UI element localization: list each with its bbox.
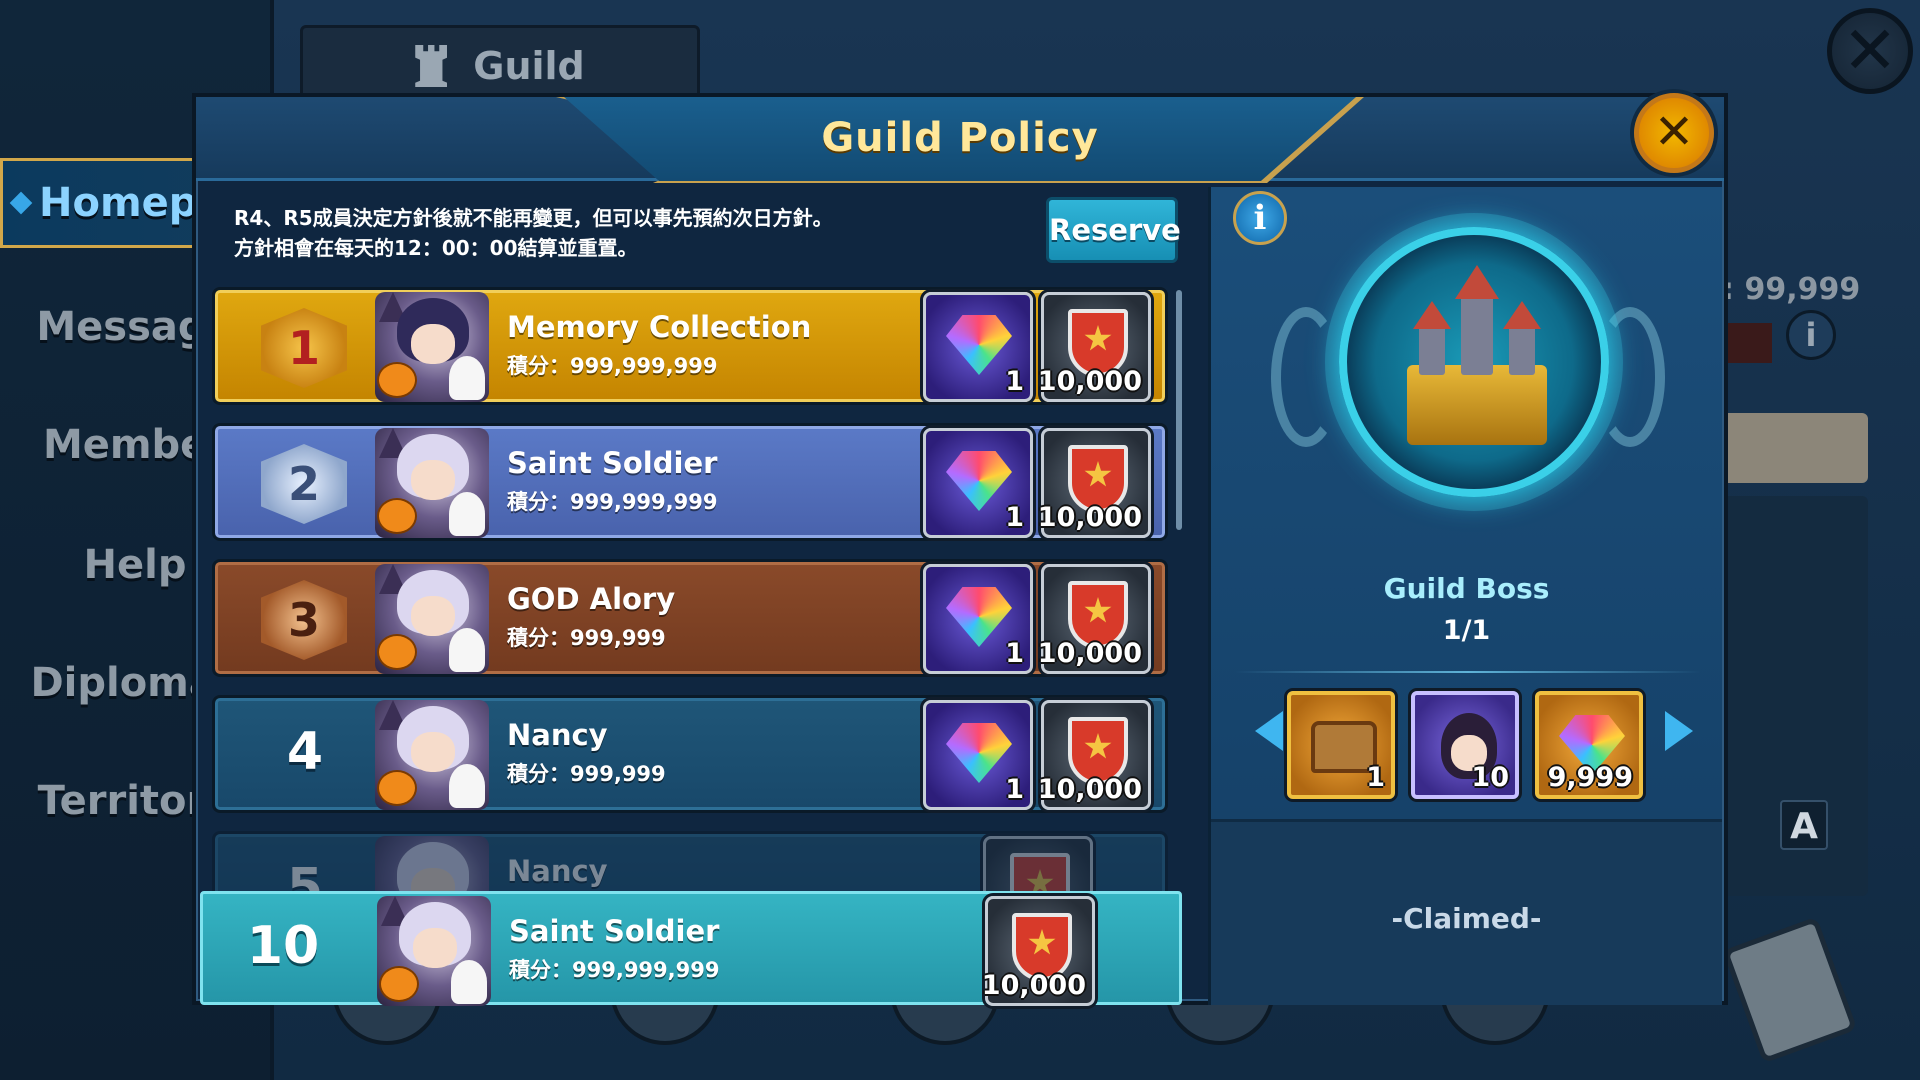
sidebar-item-label: Help (83, 542, 187, 588)
modal-close-button[interactable]: ✕ (1634, 93, 1714, 173)
reward-quantity: 10,000 (1037, 638, 1142, 669)
reward-quantity: 1 (1005, 366, 1024, 397)
laurel-left-icon (1271, 307, 1341, 447)
gem-reward[interactable]: 1 (923, 700, 1033, 810)
pumpkin-icon (377, 770, 417, 806)
boss-label: Guild Boss (1383, 572, 1550, 605)
guild-name: Saint Soldier (509, 914, 720, 948)
ghost-icon (449, 492, 485, 536)
ghost-icon (449, 356, 485, 400)
reward-panel: i Guild Boss 1/1 1 10 9,999 -Claimed- (1208, 187, 1722, 1005)
ghost-icon (449, 628, 485, 672)
rainbow-gem-icon (946, 587, 1012, 647)
pumpkin-icon (377, 498, 417, 534)
boss-progress: 1/1 (1442, 615, 1491, 646)
ranking-row[interactable]: 1 Memory Collection 積分：999,999,999 1 10,… (212, 287, 1168, 405)
my-rank-number: 10 (246, 916, 320, 976)
shield-reward[interactable]: 10,000 (981, 896, 1095, 1006)
guild-score: 積分：999,999,999 (507, 490, 718, 514)
gem-reward[interactable]: 1 (923, 428, 1033, 538)
diamond-icon (9, 191, 33, 215)
pumpkin-icon (377, 362, 417, 398)
shield-reward[interactable]: 10,000 (1037, 428, 1151, 538)
info-icon[interactable]: i (1233, 191, 1287, 245)
castle-icon (1407, 265, 1547, 445)
reward-quantity: 10 (1471, 762, 1509, 793)
claim-status: -Claimed- (1391, 902, 1542, 935)
reward-quantity: 10,000 (1037, 774, 1142, 805)
translate-icon[interactable]: A (1780, 800, 1828, 850)
ranking-row[interactable]: 2 Saint Soldier 積分：999,999,999 1 10,000 (212, 423, 1168, 541)
ranking-row[interactable]: 4 Nancy 積分：999,999 1 10,000 (212, 695, 1168, 813)
hero-reward[interactable]: 10 (1411, 691, 1519, 799)
gem-reward[interactable]: 1 (923, 292, 1033, 402)
guild-name: Nancy (507, 718, 608, 752)
pumpkin-icon (379, 966, 419, 1002)
avatar (375, 292, 489, 402)
list-scrollbar[interactable] (1176, 290, 1182, 530)
guild-score: 積分：999,999,999 (509, 958, 720, 982)
reserve-button[interactable]: Reserve (1046, 197, 1181, 263)
arrow-right-icon[interactable] (1665, 711, 1693, 751)
gem-reward[interactable]: 1 (923, 564, 1033, 674)
guild-score: 積分：999,999,999 (507, 354, 718, 378)
guild-score: 積分：999,999 (507, 762, 666, 786)
ranking-row[interactable]: 3 GOD Alory 積分：999,999 1 10,000 (212, 559, 1168, 677)
guild-tab-label: Guild (473, 44, 585, 88)
policy-notice-line: R4、R5成員決定方針後就不能再變更，但可以事先預約次日方針。 (234, 206, 833, 230)
guild-boss-emblem (1339, 227, 1609, 497)
shield-reward[interactable]: 10,000 (1037, 700, 1151, 810)
guild-name: GOD Alory (507, 582, 676, 616)
modal-title: Guild Policy (821, 115, 1099, 161)
my-guild-row[interactable]: 10 Saint Soldier 積分：999,999,999 10,000 (200, 891, 1182, 1006)
reward-quantity: 10,000 (1037, 502, 1142, 533)
pumpkin-icon (377, 634, 417, 670)
guild-policy-modal: Guild Policy ✕ R4、R5成員決定方針後就不能再變更，但可以事先預… (192, 93, 1728, 1006)
policy-notice-line: 方針相會在每天的12：00：00結算並重置。 (234, 236, 638, 260)
reward-quantity: 1 (1005, 638, 1024, 669)
background-resource-value: : 99,999 (1722, 272, 1861, 307)
reward-quantity: 9,999 (1547, 762, 1633, 793)
rank-1-badge-icon: 1 (261, 308, 347, 388)
arrow-left-icon[interactable] (1255, 711, 1283, 751)
reward-quantity: 1 (1005, 774, 1024, 805)
avatar (375, 428, 489, 538)
rank-2-badge-icon: 2 (261, 444, 347, 524)
guild-score: 積分：999,999 (507, 626, 666, 650)
avatar (377, 896, 491, 1006)
divider (1235, 671, 1701, 673)
background-close-button[interactable]: ✕ (1827, 8, 1913, 94)
rainbow-gem-icon (946, 723, 1012, 783)
background-info-icon[interactable]: i (1786, 310, 1836, 360)
shield-reward[interactable]: 10,000 (1037, 564, 1151, 674)
avatar (375, 700, 489, 810)
policy-notice: R4、R5成員決定方針後就不能再變更，但可以事先預約次日方針。 方針相會在每天的… (234, 203, 994, 263)
rainbow-gem-icon (946, 451, 1012, 511)
shield-reward[interactable]: 10,000 (1037, 292, 1151, 402)
background-panel (1720, 413, 1868, 483)
gem-reward[interactable]: 9,999 (1535, 691, 1643, 799)
guild-name: Nancy (507, 854, 608, 888)
chest-reward[interactable]: 1 (1287, 691, 1395, 799)
ghost-icon (451, 960, 487, 1004)
rank-3-badge-icon: 3 (261, 580, 347, 660)
rank-number: 4 (286, 722, 324, 782)
reward-quantity: 1 (1366, 762, 1385, 793)
ghost-icon (449, 764, 485, 808)
rainbow-gem-icon (946, 315, 1012, 375)
guild-name: Memory Collection (507, 310, 812, 344)
reward-quantity: 10,000 (981, 970, 1086, 1001)
guild-name: Saint Soldier (507, 446, 718, 480)
avatar (375, 564, 489, 674)
tower-icon (415, 45, 448, 87)
reward-quantity: 10,000 (1037, 366, 1142, 397)
reward-quantity: 1 (1005, 502, 1024, 533)
